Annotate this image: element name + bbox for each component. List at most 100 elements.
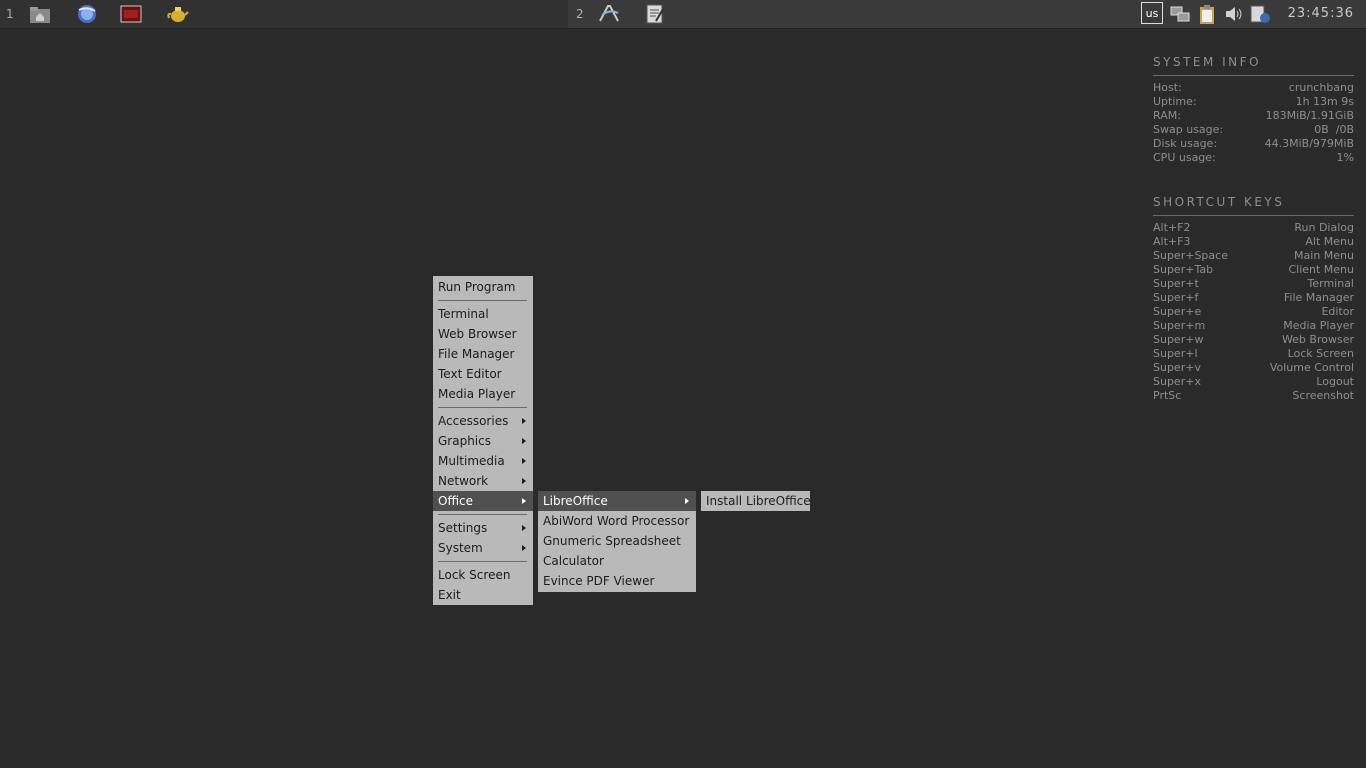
shortcut-row-label: Super+Tab: [1153, 263, 1214, 276]
shortcut-row-value: Lock Screen: [1287, 347, 1354, 360]
menu-item-text-editor[interactable]: Text Editor: [433, 364, 533, 384]
shortcut-row: Super+w Web Browser: [1153, 333, 1354, 347]
shortcut-row-value: Volume Control: [1269, 361, 1354, 374]
system-info-row-value: 1h 13m 9s: [1295, 95, 1354, 108]
shortcut-row: Super+m Media Player: [1153, 319, 1354, 333]
menu-item-media-player[interactable]: Media Player: [433, 384, 533, 404]
system-info-row-value: 0B /0B: [1314, 123, 1354, 136]
text-editor-icon[interactable]: [644, 3, 666, 25]
shortcut-row: Alt+F2 Run Dialog: [1153, 221, 1354, 235]
submenu-arrow-icon: [522, 525, 526, 531]
shortcut-row-label: PrtSc: [1153, 389, 1182, 402]
keyboard-layout-indicator[interactable]: us: [1141, 2, 1163, 24]
shortcut-row-label: Super+w: [1153, 333, 1204, 346]
system-info-row-value: 1%: [1336, 151, 1354, 164]
menu-item-calculator[interactable]: Calculator: [538, 551, 696, 571]
shortcut-row-value: Media Player: [1283, 319, 1354, 332]
libreoffice-submenu: Install LibreOffice: [701, 491, 811, 511]
system-info-row-value: crunchbang: [1288, 81, 1354, 94]
shortcut-row-value: Main Menu: [1294, 249, 1354, 262]
clock[interactable]: 23:45:36: [1288, 0, 1354, 28]
shortcut-row-value: Terminal: [1307, 277, 1355, 290]
shortcut-row: Super+Space Main Menu: [1153, 249, 1354, 263]
menu-item-run-program[interactable]: Run Program: [433, 277, 533, 297]
menu-item-web-browser[interactable]: Web Browser: [433, 324, 533, 344]
shortcut-row-label: Super+e: [1153, 305, 1202, 318]
menu-item-office[interactable]: Office: [433, 491, 533, 511]
menu-item-multimedia[interactable]: Multimedia: [433, 451, 533, 471]
shortcut-row: Super+Tab Client Menu: [1153, 263, 1354, 277]
submenu-arrow-icon: [522, 498, 526, 504]
network-icon[interactable]: [1169, 3, 1191, 25]
submenu-arrow-icon: [522, 458, 526, 464]
menu-separator: [433, 297, 533, 304]
shortcut-row: Super+x Logout: [1153, 375, 1354, 389]
menu-item-graphics[interactable]: Graphics: [433, 431, 533, 451]
shortcut-keys-rows: Alt+F2 Run Dialog Alt+F3 Alt Menu Super+Spac…: [1153, 221, 1354, 403]
menu-item-evince[interactable]: Evince PDF Viewer: [538, 571, 696, 591]
shortcut-row-value: Web Browser: [1281, 333, 1354, 346]
menu-item-file-manager[interactable]: File Manager: [433, 344, 533, 364]
menu-item-exit[interactable]: Exit: [433, 585, 533, 605]
shortcut-row: Super+t Terminal: [1153, 277, 1354, 291]
system-info-row: Disk usage: 44.3MiB/979MiB: [1153, 137, 1354, 151]
conky-system-info: SYSTEM INFO Host: crunchbang Uptime: 1h 13m…: [1153, 55, 1354, 165]
menu-item-install-libreoffice[interactable]: Install LibreOffice: [701, 491, 811, 511]
system-info-row: RAM: 183MiB/1.91GiB: [1153, 109, 1354, 123]
system-info-row-label: Host:: [1153, 81, 1182, 94]
inkscape-icon[interactable]: [598, 3, 620, 25]
menu-item-abiword[interactable]: AbiWord Word Processor: [538, 511, 696, 531]
shortcut-keys-title: SHORTCUT KEYS: [1153, 195, 1354, 216]
web-browser-icon[interactable]: [76, 3, 98, 25]
menu-item-libreoffice[interactable]: LibreOffice: [538, 491, 696, 511]
menu-item-network[interactable]: Network: [433, 471, 533, 491]
system-info-row-label: Uptime:: [1153, 95, 1197, 108]
conky-shortcut-keys: SHORTCUT KEYS Alt+F2 Run Dialog Alt+F3 Alt …: [1153, 195, 1354, 403]
shortcut-row: PrtSc Screenshot: [1153, 389, 1354, 403]
clipboard-icon[interactable]: [1196, 3, 1218, 25]
menu-item-gnumeric[interactable]: Gnumeric Spreadsheet: [538, 531, 696, 551]
shortcut-row-label: Super+Space: [1153, 249, 1228, 262]
update-notifier-icon[interactable]: [1249, 3, 1271, 25]
menu-item-lock-screen[interactable]: Lock Screen: [433, 565, 533, 585]
shortcut-row-value: Editor: [1321, 305, 1354, 318]
system-info-row-label: Disk usage:: [1153, 137, 1218, 150]
menu-separator: [433, 558, 533, 565]
shortcut-row-value: Alt Menu: [1305, 235, 1354, 248]
menu-separator: [433, 511, 533, 518]
shortcut-row-label: Alt+F3: [1153, 235, 1191, 248]
submenu-arrow-icon: [685, 498, 689, 504]
submenu-arrow-icon: [522, 545, 526, 551]
submenu-arrow-icon: [522, 438, 526, 444]
shortcut-row-value: File Manager: [1283, 291, 1354, 304]
menu-item-terminal[interactable]: Terminal: [433, 304, 533, 324]
shortcut-row: Alt+F3 Alt Menu: [1153, 235, 1354, 249]
submenu-arrow-icon: [522, 478, 526, 484]
home-folder-icon[interactable]: [29, 3, 51, 25]
system-info-row: Uptime: 1h 13m 9s: [1153, 95, 1354, 109]
system-info-title: SYSTEM INFO: [1153, 55, 1354, 76]
shortcut-row: Super+f File Manager: [1153, 291, 1354, 305]
shortcut-row-label: Super+x: [1153, 375, 1201, 388]
shortcut-row-label: Alt+F2: [1153, 221, 1191, 234]
workspace-1-label[interactable]: 1: [6, 0, 14, 28]
terminal-icon[interactable]: [120, 3, 142, 25]
menu-item-settings[interactable]: Settings: [433, 518, 533, 538]
shortcut-row-value: Client Menu: [1288, 263, 1354, 276]
menu-separator: [433, 404, 533, 411]
teapot-icon[interactable]: [167, 3, 189, 25]
shortcut-row: Super+e Editor: [1153, 305, 1354, 319]
menu-item-accessories[interactable]: Accessories: [433, 411, 533, 431]
menu-item-system[interactable]: System: [433, 538, 533, 558]
shortcut-row-label: Super+m: [1153, 319, 1206, 332]
top-panel: 1 2 us 23:45:36: [0, 0, 1366, 29]
root-menu: Run Program Terminal Web Browser File Ma…: [433, 276, 533, 605]
shortcut-row-label: Super+t: [1153, 277, 1199, 290]
volume-icon[interactable]: [1223, 3, 1245, 25]
workspace-2-label[interactable]: 2: [576, 0, 584, 28]
shortcut-row: Super+v Volume Control: [1153, 361, 1354, 375]
shortcut-row: Super+l Lock Screen: [1153, 347, 1354, 361]
system-info-row-label: RAM:: [1153, 109, 1181, 122]
system-info-row: CPU usage: 1%: [1153, 151, 1354, 165]
system-info-rows: Host: crunchbang Uptime: 1h 13m 9s RAM: 183Mi…: [1153, 81, 1354, 165]
